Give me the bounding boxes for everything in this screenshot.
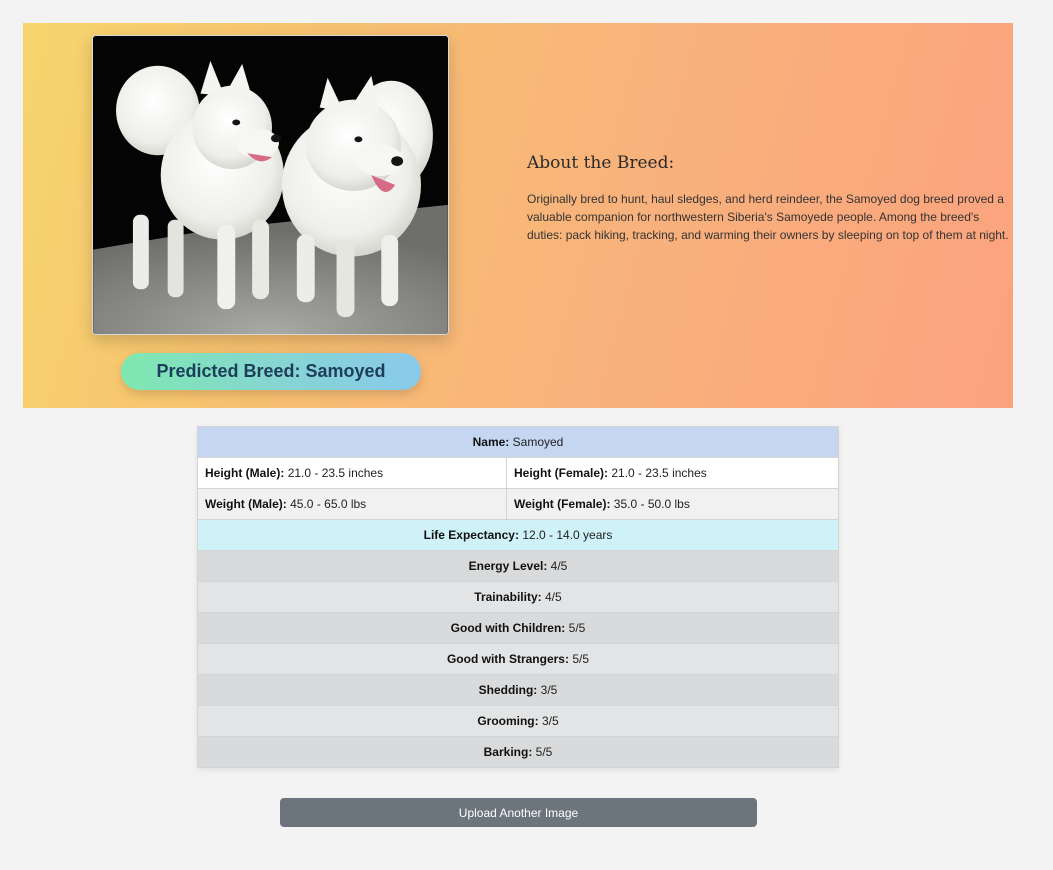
table-row-energy: Energy Level: 4/5 (197, 550, 839, 582)
rating-value: 4/5 (545, 590, 562, 604)
rating-cell: Shedding: 3/5 (197, 674, 839, 706)
about-breed-title: About the Breed: (527, 153, 675, 173)
rating-cell: Grooming: 3/5 (197, 705, 839, 737)
breed-hero: Predicted Breed: Samoyed About the Breed… (23, 23, 1013, 408)
name-value: Samoyed (512, 435, 564, 449)
rating-label: Trainability: (474, 590, 542, 604)
table-row-life-expectancy: Life Expectancy: 12.0 - 14.0 years (197, 519, 839, 551)
table-row-height: Height (Male): 21.0 - 23.5 inches Height… (197, 457, 839, 489)
predicted-breed-prefix: Predicted Breed: (156, 361, 301, 381)
height-male-label: Height (Male): (205, 466, 285, 480)
predicted-breed-value: Samoyed (305, 361, 386, 381)
weight-female-value: 35.0 - 50.0 lbs (613, 497, 690, 511)
rating-cell: Trainability: 4/5 (197, 581, 839, 613)
about-breed-text: Originally bred to hunt, haul sledges, a… (527, 192, 1009, 242)
rating-value: 4/5 (550, 559, 568, 573)
table-row-barking: Barking: 5/5 (197, 736, 839, 768)
height-female-value: 21.0 - 23.5 inches (611, 466, 707, 480)
table-row-shedding: Shedding: 3/5 (197, 674, 839, 706)
table-row-strangers: Good with Strangers: 5/5 (197, 643, 839, 675)
rating-label: Barking: (483, 745, 533, 759)
rating-value: 5/5 (572, 652, 590, 666)
height-female-cell: Height (Female): 21.0 - 23.5 inches (506, 457, 839, 489)
height-male-value: 21.0 - 23.5 inches (287, 466, 384, 480)
rating-value: 3/5 (541, 714, 559, 728)
life-expectancy-cell: Life Expectancy: 12.0 - 14.0 years (197, 519, 839, 551)
rating-value: 5/5 (535, 745, 553, 759)
rating-label: Good with Strangers: (446, 652, 569, 666)
upload-another-image-button[interactable]: Upload Another Image (280, 798, 757, 827)
rating-label: Grooming: (477, 714, 539, 728)
weight-female-cell: Weight (Female): 35.0 - 50.0 lbs (506, 488, 839, 520)
rating-cell: Energy Level: 4/5 (197, 550, 839, 582)
table-row-children: Good with Children: 5/5 (197, 612, 839, 644)
rating-value: 3/5 (540, 683, 558, 697)
rating-cell: Good with Strangers: 5/5 (197, 643, 839, 675)
rating-label: Energy Level: (468, 559, 548, 573)
rating-cell: Good with Children: 5/5 (197, 612, 839, 644)
rating-cell: Barking: 5/5 (197, 736, 839, 768)
weight-male-label: Weight (Male): (205, 497, 287, 511)
dog-photo-image (93, 36, 448, 334)
rating-value: 5/5 (568, 621, 586, 635)
table-row-name: Name: Samoyed (197, 426, 839, 458)
rating-label: Shedding: (478, 683, 538, 697)
table-row-weight: Weight (Male): 45.0 - 65.0 lbs Weight (F… (197, 488, 839, 520)
life-expectancy-value: 12.0 - 14.0 years (522, 528, 613, 542)
height-female-label: Height (Female): (514, 466, 609, 480)
weight-male-cell: Weight (Male): 45.0 - 65.0 lbs (197, 488, 507, 520)
life-expectancy-label: Life Expectancy: (423, 528, 519, 542)
height-male-cell: Height (Male): 21.0 - 23.5 inches (197, 457, 507, 489)
table-row-trainability: Trainability: 4/5 (197, 581, 839, 613)
breed-info-table: Name: Samoyed Height (Male): 21.0 - 23.5… (197, 426, 839, 768)
weight-male-value: 45.0 - 65.0 lbs (290, 497, 367, 511)
predicted-breed-badge: Predicted Breed: Samoyed (121, 353, 421, 390)
weight-female-label: Weight (Female): (514, 497, 611, 511)
name-label: Name: (472, 435, 510, 449)
name-cell: Name: Samoyed (197, 426, 839, 458)
rating-label: Good with Children: (450, 621, 566, 635)
uploaded-dog-photo (92, 35, 449, 335)
about-breed-section: About the Breed: Originally bred to hunt… (527, 153, 1009, 244)
table-row-grooming: Grooming: 3/5 (197, 705, 839, 737)
